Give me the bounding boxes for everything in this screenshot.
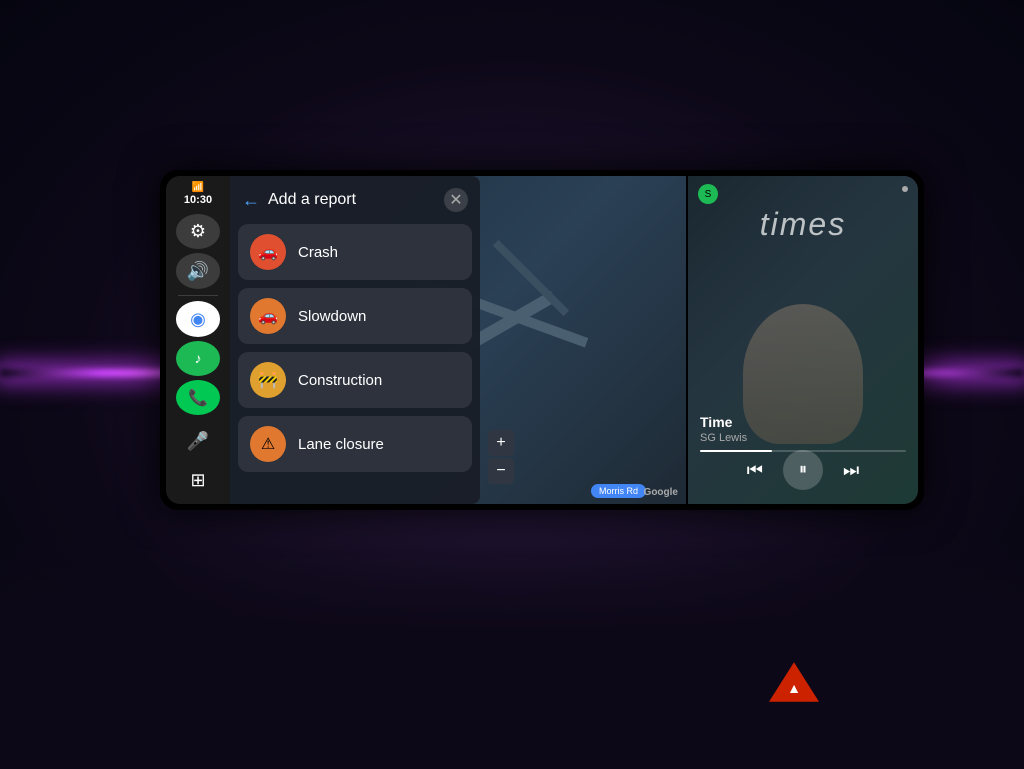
report-item-lane-closure[interactable]: ⚠ Lane closure <box>238 416 472 472</box>
music-info: Time SG Lewis <box>688 414 918 452</box>
location-badge[interactable]: Morris Rd <box>591 484 646 498</box>
report-item-construction[interactable]: 🚧 Construction <box>238 352 472 408</box>
sidebar: 📶 10:30 ⚙ 🔊 ◉ ♪ 📞 <box>166 176 230 504</box>
mic-button[interactable]: 🎤 <box>176 423 220 458</box>
music-dot <box>902 186 908 192</box>
screen-bezel: 📶 10:30 ⚙ 🔊 ◉ ♪ 📞 <box>160 170 924 510</box>
report-item-slowdown[interactable]: 🚗 Slowdown <box>238 288 472 344</box>
back-button[interactable]: ← <box>242 190 260 211</box>
pause-button[interactable]: ⏸ <box>783 450 823 490</box>
phone-button[interactable]: 📞 <box>176 380 220 415</box>
minus-icon: − <box>496 462 505 480</box>
construction-icon: 🚧 <box>250 362 286 398</box>
settings-button[interactable]: ⚙ <box>176 214 220 249</box>
plus-icon: + <box>496 434 505 452</box>
maps-icon: ◉ <box>190 309 206 330</box>
grid-icon: ⊞ <box>190 470 205 491</box>
report-item-crash[interactable]: 🚗 Crash <box>238 224 472 280</box>
volume-button[interactable]: 🔊 <box>176 253 220 288</box>
construction-label: Construction <box>298 372 382 389</box>
close-button[interactable]: ✕ <box>444 188 468 212</box>
hazard-icon: ▲ <box>787 680 801 696</box>
next-button[interactable]: ⏭ <box>843 460 859 481</box>
grid-button[interactable]: ⊞ <box>176 463 220 498</box>
track-name: Time <box>700 414 906 430</box>
signal-icon: 📶 <box>192 182 204 193</box>
slowdown-label: Slowdown <box>298 308 366 325</box>
prev-icon: ⏮ <box>747 460 763 481</box>
dashboard-bottom <box>0 539 1024 769</box>
maps-button[interactable]: ◉ <box>176 301 220 336</box>
crash-label: Crash <box>298 244 338 261</box>
spotify-icon: ♪ <box>195 350 202 366</box>
next-icon: ⏭ <box>843 460 859 481</box>
time-display: 10:30 <box>184 194 212 206</box>
google-logo: Google <box>644 487 678 498</box>
zoom-out-button[interactable]: − <box>488 458 514 484</box>
map-area: ← Add a report ✕ 🚗 Crash <box>230 176 686 504</box>
lane-closure-label: Lane closure <box>298 436 384 453</box>
phone-icon: 📞 <box>188 388 208 408</box>
report-panel-title: Add a report <box>268 191 436 209</box>
report-header: ← Add a report ✕ <box>238 188 472 212</box>
pause-icon: ⏸ <box>799 461 807 479</box>
prev-button[interactable]: ⏮ <box>747 460 763 481</box>
car-background: 📶 10:30 ⚙ 🔊 ◉ ♪ 📞 <box>0 0 1024 769</box>
volume-icon: 🔊 <box>187 261 209 282</box>
spotify-small-icon: S <box>705 189 712 200</box>
slowdown-icon: 🚗 <box>250 298 286 334</box>
spotify-badge: S <box>698 184 718 204</box>
music-controls: ⏮ ⏸ ⏭ <box>688 450 918 490</box>
spotify-button[interactable]: ♪ <box>176 341 220 376</box>
report-items-list: 🚗 Crash 🚗 Slowdown 🚧 <box>238 224 472 472</box>
settings-icon: ⚙ <box>190 221 206 242</box>
music-panel: S times Time SG Lewis ⏮ <box>688 176 918 504</box>
lane-closure-icon: ⚠ <box>250 426 286 462</box>
close-icon: ✕ <box>449 190 462 210</box>
screen-inner: 📶 10:30 ⚙ 🔊 ◉ ♪ 📞 <box>166 176 918 504</box>
artist-name: SG Lewis <box>700 432 906 444</box>
mic-icon: 🎤 <box>187 431 209 452</box>
crash-icon: 🚗 <box>250 234 286 270</box>
album-title-display: times <box>688 206 918 243</box>
status-bar: 📶 10:30 <box>184 182 212 206</box>
zoom-in-button[interactable]: + <box>488 430 514 456</box>
zoom-controls: + − <box>488 430 514 484</box>
report-panel: ← Add a report ✕ 🚗 Crash <box>230 176 480 504</box>
sidebar-divider-1 <box>178 295 218 296</box>
